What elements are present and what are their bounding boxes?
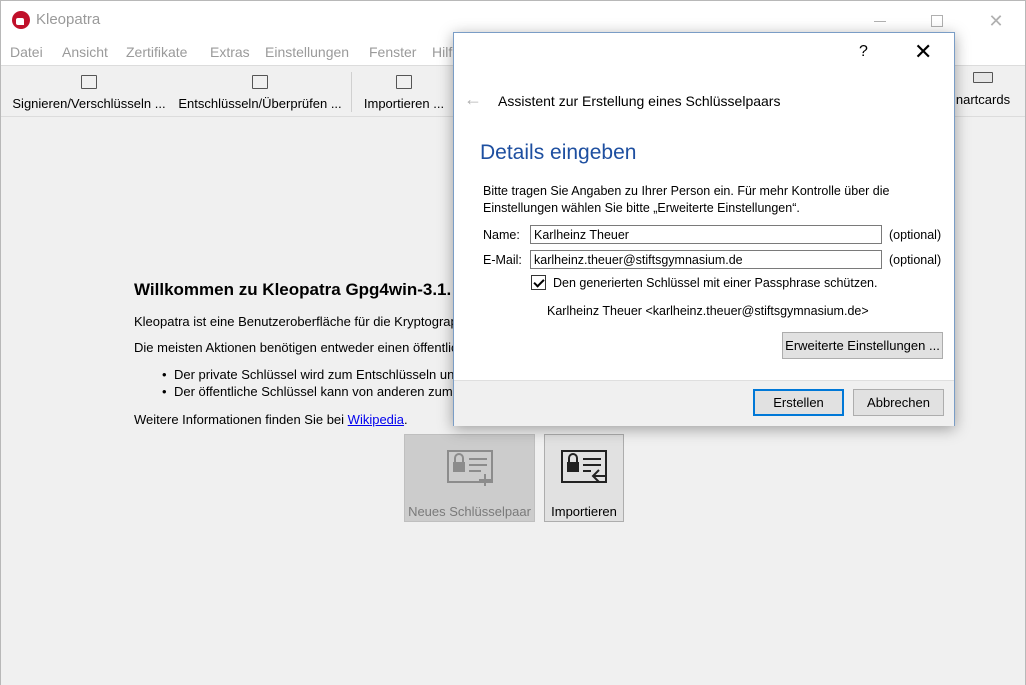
new-keypair-label: Neues Schlüsselpaar [408,504,531,519]
bullet-public-key-text: Der öffentliche Schlüssel kann von ander… [174,384,465,399]
bullet-public-key: Der öffentliche Schlüssel kann von ander… [162,384,465,399]
smartcards-label: nartcards [955,92,1011,107]
email-label: E-Mail: [483,253,522,267]
maximize-icon [931,15,943,27]
name-input[interactable] [530,225,882,244]
minimize-icon [874,20,886,22]
toolbar-separator [351,72,352,112]
more-info-prefix: Weitere Informationen finden Sie bei [134,412,348,427]
window-title: Kleopatra [36,11,101,28]
smartcard-icon [973,72,993,83]
welcome-intro: Kleopatra ist eine Benutzeroberfläche fü… [134,314,458,329]
passphrase-label[interactable]: Den generierten Schlüssel mit einer Pass… [553,276,877,290]
menu-datei[interactable]: Datei [10,44,43,60]
import-toolbar-label: Importieren ... [363,96,445,111]
sign-encrypt-label: Signieren/Verschlüsseln ... [12,96,166,111]
import-certificate-icon [396,75,412,89]
new-keypair-button[interactable]: Neues Schlüsselpaar [404,434,535,522]
advanced-settings-button[interactable]: Erweiterte Einstellungen ... [782,332,943,359]
import-toolbar-button[interactable]: Importieren ... [360,66,448,118]
cancel-button[interactable]: Abbrechen [853,389,944,416]
maximize-button[interactable] [914,7,960,35]
menu-hilfe[interactable]: Hilf [432,44,452,60]
menu-ansicht[interactable]: Ansicht [62,44,108,60]
welcome-actions-text: Die meisten Aktionen benötigen entweder … [134,340,458,355]
email-input[interactable] [530,250,882,269]
dialog-close-button[interactable]: ✕ [914,39,932,65]
dialog-title: Assistent zur Erstellung eines Schlüssel… [498,93,781,109]
wikipedia-link[interactable]: Wikipedia [348,412,404,427]
bullet-private-key-text: Der private Schlüssel wird zum Entschlüs… [174,367,462,382]
dialog-description: Bitte tragen Sie Angaben zu Ihrer Person… [483,184,890,215]
close-window-button[interactable]: ✕ [973,7,1019,35]
import-label: Importieren [551,504,617,519]
welcome-title: Willkommen zu Kleopatra Gpg4win-3.1. [134,280,452,299]
help-button[interactable]: ? [859,43,868,61]
kleopatra-logo-icon [12,11,30,29]
menu-extras[interactable]: Extras [210,44,250,60]
menu-zertifikate[interactable]: Zertifikate [126,44,187,60]
user-id-preview: Karlheinz Theuer <karlheinz.theuer@stift… [547,304,869,318]
more-info-suffix: . [404,412,408,427]
name-label: Name: [483,228,520,242]
smartcards-button[interactable]: nartcards [951,66,1015,118]
bullet-private-key: Der private Schlüssel wird zum Entschlüs… [162,367,462,382]
back-arrow-icon[interactable]: ← [464,89,482,110]
decrypt-verify-icon [252,75,268,89]
create-button[interactable]: Erstellen [753,389,844,416]
new-keypair-icon [446,450,493,486]
more-info-text: Weitere Informationen finden Sie bei Wik… [134,412,408,427]
import-button[interactable]: Importieren [544,434,624,522]
decrypt-verify-button[interactable]: Entschlüsseln/Überprüfen ... [177,66,343,118]
passphrase-checkbox[interactable] [531,275,546,290]
minimize-button[interactable] [857,7,903,35]
decrypt-verify-label: Entschlüsseln/Überprüfen ... [178,96,342,111]
import-keypair-icon [561,450,607,486]
name-optional-label: (optional) [889,228,942,242]
dialog-heading: Details eingeben [480,141,637,164]
keypair-wizard-dialog: ? ✕ ← Assistent zur Erstellung eines Sch… [453,32,955,426]
sign-encrypt-icon [81,75,97,89]
menu-fenster[interactable]: Fenster [369,44,416,60]
sign-encrypt-button[interactable]: Signieren/Verschlüsseln ... [9,66,169,118]
menu-einstellungen[interactable]: Einstellungen [265,44,349,60]
email-optional-label: (optional) [889,253,942,267]
